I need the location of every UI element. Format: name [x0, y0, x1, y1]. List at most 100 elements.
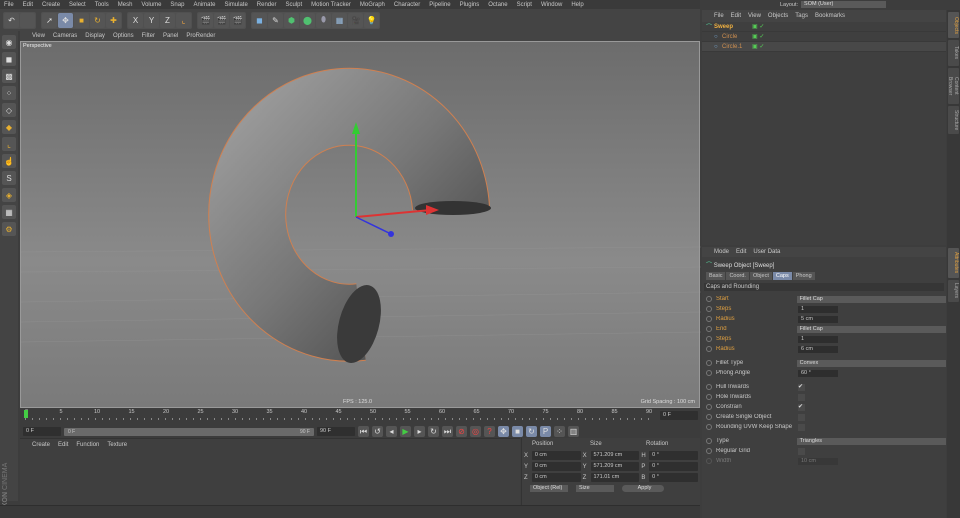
apply-button[interactable]: Apply	[622, 485, 664, 492]
playhead[interactable]	[24, 410, 28, 418]
tab-object[interactable]: Object	[749, 272, 772, 280]
side-tab-attributes[interactable]: Attributes	[948, 248, 959, 278]
position-field[interactable]: 0 cm	[531, 451, 581, 460]
animate-radio[interactable]	[706, 346, 712, 352]
am-menu-user-data[interactable]: User Data	[753, 249, 780, 255]
scale-tool-icon[interactable]: ■	[74, 12, 89, 28]
axis-icon[interactable]: ⌞	[2, 137, 16, 151]
select-tool-icon[interactable]: ➚	[42, 12, 57, 28]
property-checkbox[interactable]: ✔	[798, 403, 805, 411]
cube-icon[interactable]: ◼	[252, 12, 267, 28]
animate-radio[interactable]	[706, 458, 712, 464]
animate-radio[interactable]	[706, 404, 712, 410]
tab-phong[interactable]: Phong	[792, 272, 815, 280]
menu-render[interactable]: Render	[257, 2, 277, 8]
side-tab-takes[interactable]: Takes	[948, 40, 959, 66]
edges-mode-icon[interactable]: ◇	[2, 103, 16, 117]
menu-mograph[interactable]: MoGraph	[360, 2, 385, 8]
timeline-icon[interactable]: ▥	[568, 426, 579, 437]
next-key-icon[interactable]: ↻	[428, 426, 439, 437]
render-settings-icon[interactable]: 🎬	[230, 12, 245, 28]
rotation-field[interactable]: 0 °	[649, 451, 698, 460]
property-number-field[interactable]: 1	[798, 335, 838, 343]
side-tab-structure[interactable]: Structure	[948, 106, 959, 134]
viewport-menu-prorender[interactable]: ProRender	[186, 33, 215, 39]
om-menu-objects[interactable]: Objects	[768, 13, 788, 19]
visibility-check-icon[interactable]: ▣ ✓	[752, 43, 764, 50]
om-menu-tags[interactable]: Tags	[795, 13, 808, 19]
prev-key-icon[interactable]: ↺	[372, 426, 383, 437]
timeline-ruler[interactable]: 051015202530354045505560657075808590 0 F	[20, 408, 700, 425]
property-number-field[interactable]: 1	[798, 305, 838, 313]
animate-radio[interactable]	[706, 326, 712, 332]
key-rotation-icon[interactable]: ↻	[526, 426, 537, 437]
object-row[interactable]: ○ Circle.1 ▣ ✓	[702, 42, 946, 52]
menu-script[interactable]: Script	[517, 2, 532, 8]
am-menu-edit[interactable]: Edit	[736, 249, 746, 255]
z-axis-lock[interactable]: Z	[160, 12, 175, 28]
lock-workplane-icon[interactable]: ⚙	[2, 222, 16, 236]
side-tab-objects[interactable]: Objects	[948, 12, 959, 38]
viewport-menu-panel[interactable]: Panel	[163, 33, 178, 39]
size-field[interactable]: 571.209 cm	[590, 451, 640, 460]
go-to-start-icon[interactable]: ⏮	[358, 426, 369, 437]
x-axis-lock[interactable]: X	[128, 12, 143, 28]
coordinate-system-icon[interactable]: ⌞	[176, 12, 191, 28]
texture-mode-icon[interactable]: ▩	[2, 69, 16, 83]
property-number-field[interactable]: 10 cm	[798, 457, 838, 465]
object-row[interactable]: ○ Circle ▣ ✓	[702, 32, 946, 42]
size-field[interactable]: 171.01 cm	[590, 473, 640, 482]
subdivision-icon[interactable]: ⬢	[284, 12, 299, 28]
side-tab-content-browser[interactable]: Content Browser	[947, 68, 959, 104]
animate-radio[interactable]	[706, 336, 712, 342]
property-checkbox[interactable]	[798, 393, 805, 401]
animate-radio[interactable]	[706, 448, 712, 454]
animate-radio[interactable]	[706, 384, 712, 390]
floor-icon[interactable]: ▦	[332, 12, 347, 28]
move-tool-icon[interactable]: ✥	[58, 12, 73, 28]
key-parameter-icon[interactable]: P	[540, 426, 551, 437]
menu-create[interactable]: Create	[42, 2, 60, 8]
transform-tool-icon[interactable]: ✚	[106, 12, 121, 28]
go-to-end-icon[interactable]: ⏭	[442, 426, 453, 437]
prev-frame-icon[interactable]: ◂	[386, 426, 397, 437]
visibility-check-icon[interactable]: ▣ ✓	[752, 23, 764, 30]
animate-radio[interactable]	[706, 306, 712, 312]
size-field[interactable]: 571.209 cm	[590, 462, 640, 471]
rotate-tool-icon[interactable]: ↻	[90, 12, 105, 28]
keyframe-selection-icon[interactable]: ?	[484, 426, 495, 437]
autokey-icon[interactable]: ◎	[470, 426, 481, 437]
end-frame-field[interactable]: 90 F	[317, 427, 355, 436]
material-menu-function[interactable]: Function	[76, 442, 99, 448]
animate-radio[interactable]	[706, 394, 712, 400]
animate-radio[interactable]	[706, 360, 712, 366]
snap-icon[interactable]: S	[2, 171, 16, 185]
menu-character[interactable]: Character	[394, 2, 420, 8]
rotation-field[interactable]: 0 °	[649, 462, 698, 471]
property-dropdown[interactable]: Fillet Cap	[796, 295, 947, 303]
rotation-field[interactable]: 0 °	[649, 473, 698, 482]
om-menu-view[interactable]: View	[748, 13, 761, 19]
tab-coord[interactable]: Coord.	[726, 272, 749, 280]
property-checkbox[interactable]	[798, 413, 805, 421]
size-mode-dropdown[interactable]: Size	[576, 485, 614, 492]
points-mode-icon[interactable]: ⁘	[2, 86, 16, 100]
menu-edit[interactable]: Edit	[23, 2, 33, 8]
animate-radio[interactable]	[706, 438, 712, 444]
position-field[interactable]: 0 cm	[531, 473, 581, 482]
visibility-check-icon[interactable]: ▣ ✓	[752, 33, 764, 40]
property-checkbox[interactable]	[798, 423, 805, 431]
om-menu-bookmarks[interactable]: Bookmarks	[815, 13, 845, 19]
cloner-icon[interactable]: ⬤	[300, 12, 315, 28]
menu-plugins[interactable]: Plugins	[460, 2, 480, 8]
y-axis-lock[interactable]: Y	[144, 12, 159, 28]
record-icon[interactable]: ⊘	[456, 426, 467, 437]
viewport-menu-cameras[interactable]: Cameras	[53, 33, 77, 39]
render-picture-viewer-icon[interactable]: 🎬	[214, 12, 229, 28]
animate-radio[interactable]	[706, 424, 712, 430]
viewport-menu-display[interactable]: Display	[85, 33, 105, 39]
play-icon[interactable]: ▶	[400, 426, 411, 437]
am-menu-mode[interactable]: Mode	[714, 249, 729, 255]
tab-caps[interactable]: Caps	[772, 272, 792, 280]
start-frame-field[interactable]: 0 F	[23, 427, 61, 436]
